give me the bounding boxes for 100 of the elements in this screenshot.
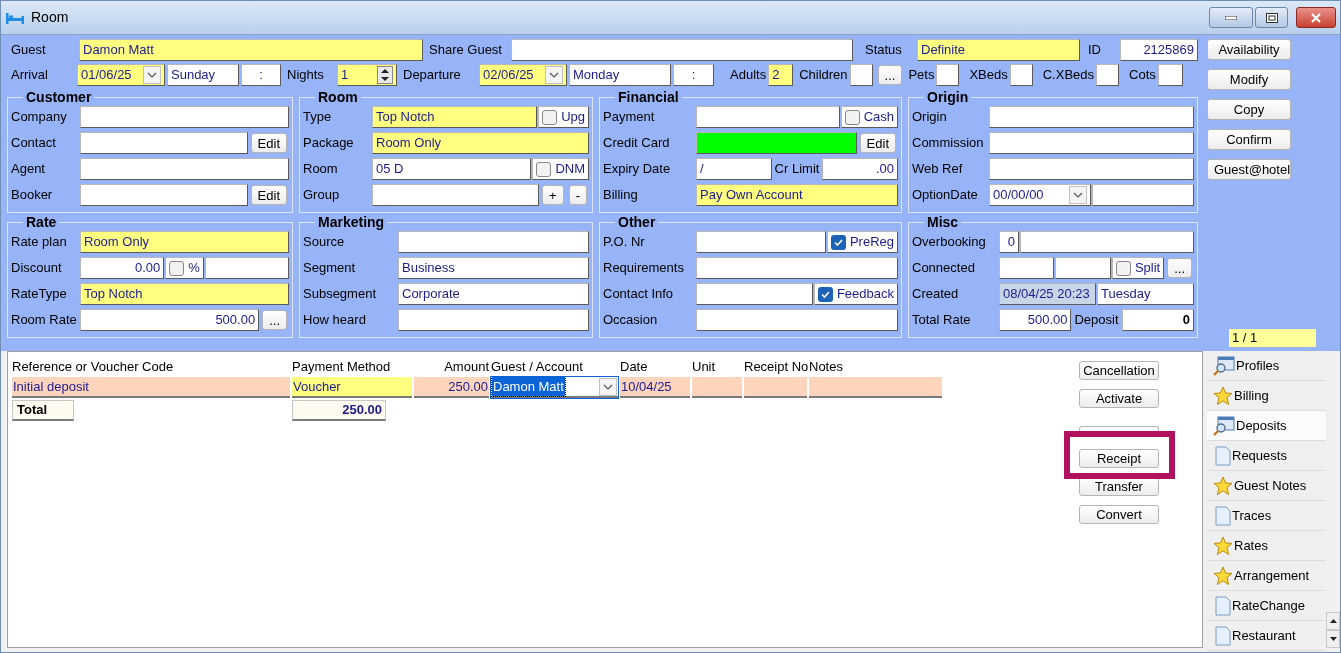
input-field[interactable]: 500.00 (999, 309, 1072, 331)
chevron-down-icon[interactable] (599, 377, 617, 396)
small-button[interactable]: - (568, 185, 587, 205)
checkbox[interactable]: Split (1111, 257, 1165, 279)
action-button[interactable]: Confirm (1207, 129, 1291, 150)
field-label: Occasion (603, 311, 659, 330)
input-field[interactable] (511, 39, 853, 61)
action-button[interactable]: Guest@hotel (1207, 159, 1291, 180)
input-field[interactable]: Damon Matt (79, 39, 423, 61)
time-field[interactable]: : (241, 64, 281, 86)
input-field[interactable]: Business (398, 257, 589, 279)
date-field[interactable]: 01/06/25 (77, 64, 165, 86)
small-button[interactable]: Edit (250, 133, 287, 153)
minimize-button[interactable] (1209, 7, 1253, 28)
action-button[interactable]: Availability (1207, 39, 1291, 60)
input-field[interactable]: Definite (917, 39, 1080, 61)
input-field[interactable] (398, 309, 589, 331)
checkbox[interactable]: Upg (538, 106, 589, 128)
action-button[interactable]: Copy (1207, 99, 1291, 120)
table-cell[interactable]: 10/04/25 (620, 377, 690, 398)
input-field[interactable] (1157, 64, 1183, 86)
input-field[interactable]: 2125869 (1120, 39, 1198, 61)
action-button[interactable]: Activate (1079, 389, 1159, 408)
input-field[interactable] (696, 132, 857, 154)
table-cell[interactable] (744, 377, 807, 398)
table-cell[interactable] (809, 377, 942, 398)
small-button[interactable]: ... (262, 310, 287, 330)
input-field[interactable]: 2 (768, 64, 794, 86)
chevron-down-icon[interactable] (545, 66, 563, 84)
input-field[interactable] (204, 257, 289, 279)
action-button[interactable]: Convert (1079, 505, 1159, 524)
input-field[interactable] (696, 309, 898, 331)
checkbox[interactable]: Feedback (813, 283, 898, 305)
input-field[interactable]: Tuesday (1097, 283, 1194, 305)
checkbox[interactable]: PreReg (826, 231, 898, 253)
close-button[interactable] (1296, 7, 1336, 28)
checkbox[interactable]: % (165, 257, 204, 279)
input-field[interactable]: Room Only (80, 231, 289, 253)
time-field[interactable]: : (673, 64, 714, 86)
input-field[interactable] (80, 132, 248, 154)
input-field[interactable]: 0.00 (80, 257, 165, 279)
input-field[interactable] (1055, 257, 1111, 279)
input-field[interactable]: Pay Own Account (696, 184, 898, 206)
input-field[interactable] (696, 106, 840, 128)
input-field[interactable] (696, 231, 826, 253)
small-button[interactable]: ... (877, 65, 903, 85)
table-cell[interactable]: Initial deposit (12, 377, 290, 398)
input-field[interactable]: 08/04/25 20:23 (999, 283, 1096, 305)
input-field[interactable]: Corporate (398, 283, 589, 305)
input-field[interactable]: .00 (822, 158, 898, 180)
scroll-down-button[interactable] (1326, 630, 1340, 648)
input-field[interactable]: Room Only (372, 132, 589, 154)
table-cell[interactable]: Voucher (292, 377, 412, 398)
maximize-button[interactable] (1255, 7, 1288, 28)
input-field[interactable] (989, 132, 1194, 154)
input-field[interactable] (999, 257, 1055, 279)
input-field[interactable]: 05 D (372, 158, 532, 180)
table-cell[interactable]: 250.00 (414, 377, 489, 398)
small-button[interactable]: ... (1167, 258, 1192, 278)
input-field[interactable] (696, 257, 898, 279)
input-field[interactable] (1092, 184, 1194, 206)
small-button[interactable]: + (542, 185, 564, 205)
small-button[interactable]: Edit (250, 185, 287, 205)
section-title: Rate (25, 215, 58, 229)
input-field[interactable] (1009, 64, 1033, 86)
small-button[interactable]: Edit (859, 133, 896, 153)
input-field[interactable] (989, 158, 1194, 180)
side-tab[interactable]: Deposits (1207, 411, 1326, 441)
input-field[interactable]: 500.00 (80, 309, 260, 331)
input-field[interactable] (936, 64, 960, 86)
input-field[interactable] (398, 231, 589, 253)
spin-field[interactable]: 1 (337, 64, 397, 86)
action-button[interactable]: Modify (1207, 69, 1291, 90)
input-field[interactable] (80, 158, 289, 180)
input-field[interactable] (1020, 231, 1194, 253)
chevron-down-icon[interactable] (143, 66, 161, 84)
input-field[interactable]: Top Notch (80, 283, 289, 305)
input-field[interactable] (696, 283, 813, 305)
input-field[interactable] (989, 106, 1194, 128)
input-field[interactable] (1096, 64, 1120, 86)
input-field[interactable] (849, 64, 873, 86)
input-field[interactable] (372, 184, 540, 206)
action-button[interactable]: Receipt (1079, 449, 1159, 468)
table-cell[interactable]: Damon Matt (491, 377, 618, 398)
table-cell[interactable] (692, 377, 742, 398)
input-field[interactable] (80, 106, 289, 128)
input-field[interactable] (80, 184, 248, 206)
chevron-down-icon[interactable] (1069, 186, 1087, 204)
scroll-up-button[interactable] (1326, 612, 1340, 630)
input-field[interactable]: / (696, 158, 772, 180)
input-field[interactable]: Top Notch (372, 106, 538, 128)
date-field[interactable]: 00/00/00 (989, 184, 1091, 206)
spinner-icon[interactable] (377, 66, 393, 84)
input-field[interactable]: 0 (1121, 309, 1194, 331)
checkbox[interactable]: Cash (840, 106, 898, 128)
input-field[interactable]: 0 (999, 231, 1019, 253)
action-button[interactable]: Cancellation (1079, 361, 1159, 380)
checkbox[interactable]: DNM (532, 158, 589, 180)
field-label: Commission (912, 134, 985, 153)
date-field[interactable]: 02/06/25 (479, 64, 567, 86)
